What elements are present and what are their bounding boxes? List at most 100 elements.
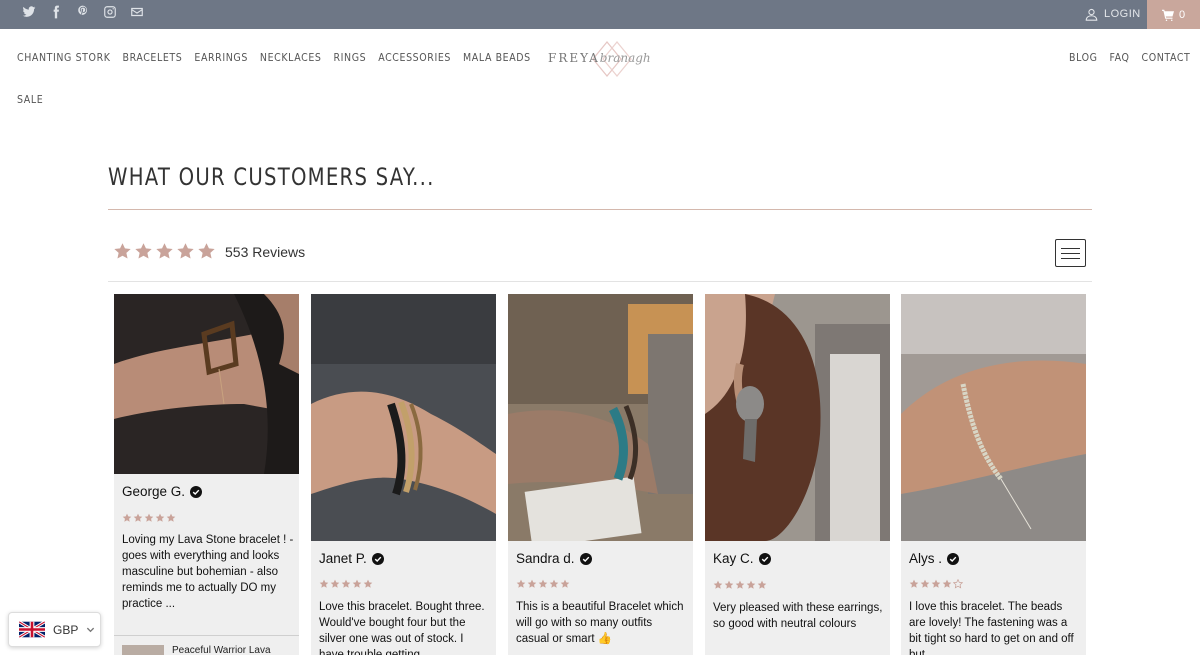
star-filled-icon xyxy=(516,579,526,588)
nav-item-rings[interactable]: RINGS xyxy=(334,52,367,64)
star-filled-icon xyxy=(198,243,215,259)
star-filled-icon xyxy=(177,243,194,259)
review-card-sandra[interactable]: Sandra d. This is a beautiful Bracelet w… xyxy=(508,294,693,655)
star-filled-icon xyxy=(330,579,340,588)
star-filled-icon xyxy=(527,579,537,588)
star-filled-icon xyxy=(341,579,351,588)
review-text: I love this bracelet. The beads are love… xyxy=(909,601,1074,655)
uk-flag-icon xyxy=(19,621,45,638)
star-filled-icon xyxy=(735,580,745,589)
mail-icon[interactable] xyxy=(130,5,144,19)
review-product-link[interactable]: Peaceful Warrior Lava xyxy=(114,635,299,655)
nav-item-accessories[interactable]: ACCESSORIES xyxy=(378,52,451,64)
reviews-count: 553 Reviews xyxy=(225,243,306,260)
review-card-george[interactable]: George G. Loving my Lava Stone bracelet … xyxy=(114,294,299,655)
star-filled-icon xyxy=(909,579,919,588)
product-thumbnail xyxy=(122,645,164,655)
review-photo[interactable] xyxy=(508,294,693,541)
star-filled-icon xyxy=(713,580,723,589)
summary-star-rating xyxy=(113,242,216,261)
top-bar: LOGIN 0 xyxy=(0,0,1200,29)
nav-item-chanting-stork[interactable]: CHANTING STORK xyxy=(17,52,111,64)
summary-divider xyxy=(108,281,1092,282)
nav-item-mala-beads[interactable]: MALA BEADS xyxy=(463,52,531,64)
review-star-rating xyxy=(516,579,570,589)
reviewer-name: Sandra d. xyxy=(516,551,592,566)
currency-selector[interactable]: GBP xyxy=(8,612,101,647)
site-logo[interactable]: FREYAbranagh xyxy=(545,38,665,80)
star-filled-icon xyxy=(746,580,756,589)
star-filled-icon xyxy=(560,579,570,588)
reviewer-name: Janet P. xyxy=(319,551,384,566)
review-card-kay[interactable]: Kay C. Very pleased with these earrings,… xyxy=(705,294,890,655)
star-filled-icon xyxy=(920,579,930,588)
review-photo[interactable] xyxy=(311,294,496,541)
reviewer-name-text: Janet P. xyxy=(319,551,367,566)
star-filled-icon xyxy=(319,579,329,588)
cart-count: 0 xyxy=(1178,8,1186,21)
instagram-icon[interactable] xyxy=(103,5,117,19)
review-photo[interactable] xyxy=(705,294,890,541)
review-text: Very pleased with these earrings, so goo… xyxy=(713,602,883,630)
page-title: WHAT OUR CUSTOMERS SAY... xyxy=(108,163,435,191)
verified-icon xyxy=(758,552,771,565)
logo-word-branagh: branagh xyxy=(599,51,651,65)
star-filled-icon xyxy=(363,579,373,588)
nav-item-contact[interactable]: CONTACT xyxy=(1142,52,1191,64)
menu-line xyxy=(1061,257,1080,259)
reviewer-name-text: Alys . xyxy=(909,551,943,566)
nav-item-necklaces[interactable]: NECKLACES xyxy=(260,52,322,64)
star-filled-icon xyxy=(135,243,152,259)
star-filled-icon xyxy=(549,579,559,588)
review-text: Loving my Lava Stone bracelet ! - goes w… xyxy=(122,534,294,610)
review-star-rating xyxy=(122,513,176,523)
login-link[interactable]: LOGIN xyxy=(1085,5,1141,23)
verified-icon xyxy=(947,552,960,565)
logo-word-freya: FREYA xyxy=(548,51,600,65)
pinterest-icon[interactable] xyxy=(76,5,90,19)
cart-button[interactable]: 0 xyxy=(1147,0,1200,29)
nav-item-sale[interactable]: SALE xyxy=(17,94,43,106)
nav-item-earrings[interactable]: EARRINGS xyxy=(194,52,248,64)
twitter-icon[interactable] xyxy=(22,5,36,19)
reviewer-name-text: Kay C. xyxy=(713,551,754,566)
reviews-menu-button[interactable] xyxy=(1055,239,1086,267)
menu-line xyxy=(1061,247,1080,249)
review-star-rating xyxy=(319,579,373,589)
review-photo[interactable] xyxy=(114,294,299,474)
title-divider xyxy=(108,209,1092,210)
star-filled-icon xyxy=(757,580,767,589)
verified-icon xyxy=(190,485,203,498)
star-filled-icon xyxy=(166,513,176,522)
cart-icon xyxy=(1161,9,1174,21)
star-filled-icon xyxy=(156,243,173,259)
verified-icon xyxy=(371,552,384,565)
review-star-rating xyxy=(713,580,767,590)
reviewer-name: George G. xyxy=(122,484,203,499)
nav-item-blog[interactable]: BLOG xyxy=(1069,52,1098,64)
star-filled-icon xyxy=(133,513,143,522)
star-filled-icon xyxy=(538,579,548,588)
star-filled-icon xyxy=(144,513,154,522)
facebook-icon[interactable] xyxy=(49,5,63,19)
review-text: This is a beautiful Bracelet which will … xyxy=(516,601,684,645)
star-filled-icon xyxy=(114,243,131,259)
review-card-janet[interactable]: Janet P. Love this bracelet. Bought thre… xyxy=(311,294,496,655)
reviewer-name: Kay C. xyxy=(713,551,771,566)
login-label: LOGIN xyxy=(1104,8,1141,20)
star-filled-icon xyxy=(724,580,734,589)
review-star-rating xyxy=(909,579,963,589)
main-nav-right: BLOG FAQ CONTACT xyxy=(1069,52,1190,64)
nav-item-bracelets[interactable]: BRACELETS xyxy=(123,52,183,64)
main-nav-left: CHANTING STORK BRACELETS EARRINGS NECKLA… xyxy=(17,52,531,64)
reviewer-name-text: Sandra d. xyxy=(516,551,575,566)
review-photo[interactable] xyxy=(901,294,1086,541)
menu-line xyxy=(1061,252,1080,254)
star-filled-icon xyxy=(931,579,941,588)
star-filled-icon xyxy=(942,579,952,588)
nav-item-faq[interactable]: FAQ xyxy=(1110,52,1130,64)
reviewer-name: Alys . xyxy=(909,551,960,566)
review-card-alys[interactable]: Alys . I love this bracelet. The beads a… xyxy=(901,294,1086,655)
main-nav-sale: SALE xyxy=(17,94,43,106)
currency-code: GBP xyxy=(53,622,79,637)
